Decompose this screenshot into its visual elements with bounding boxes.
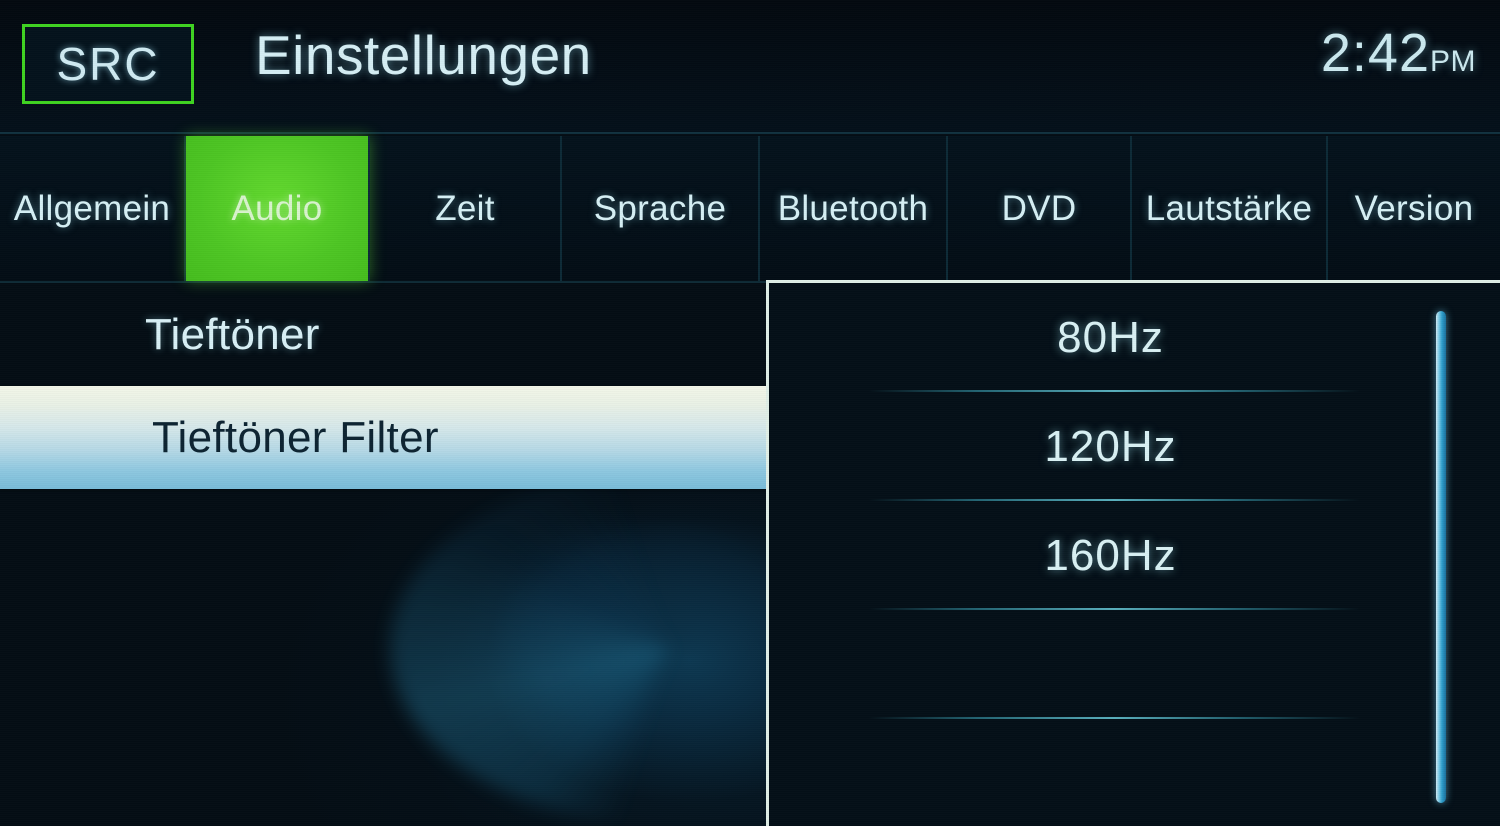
tab-sprache[interactable]: Sprache [562,136,760,281]
dropdown-option[interactable]: 120Hz [769,392,1500,501]
clock: 2:42 PM [1321,26,1476,80]
tab-label: Bluetooth [777,188,929,228]
clock-meridiem: PM [1430,45,1476,78]
dropdown-scrollbar[interactable] [1436,311,1446,803]
dropdown-option[interactable]: 160Hz [769,501,1500,610]
infotainment-screen: SRC Einstellungen 2:42 PM Allgemein Audio… [0,0,1500,826]
crossover-frequency-dropdown[interactable]: 80Hz 120Hz 160Hz [766,280,1500,826]
tab-audio[interactable]: Audio [186,136,370,281]
tab-label: Allgemein [13,188,171,228]
dropdown-option-empty-slot[interactable] [769,610,1500,719]
clock-time: 2:42 [1320,23,1430,83]
dropdown-separator [869,717,1360,719]
page-title: Einstellungen [255,24,592,86]
tab-label: DVD [1001,188,1077,228]
tab-allgemein[interactable]: Allgemein [0,136,186,281]
dropdown-option-label: 160Hz [1044,530,1177,580]
src-button-label: SRC [56,38,160,90]
tab-label: Sprache [593,188,727,228]
tab-label: Zeit [435,188,495,228]
tab-bluetooth[interactable]: Bluetooth [760,136,948,281]
dropdown-option-list: 80Hz 120Hz 160Hz [769,283,1500,719]
tab-version[interactable]: Version [1328,136,1500,281]
tab-label: Version [1354,188,1474,228]
tab-label: Audio [231,188,323,228]
settings-tab-bar: Allgemein Audio Zeit Sprache Bluetooth DVD Lau… [0,136,1500,283]
settings-list-item-label: Tieftöner [145,309,320,359]
tab-label: Lautstärke [1145,188,1313,228]
dropdown-scrollbar-thumb[interactable] [1436,311,1446,803]
dropdown-option-label: 80Hz [1057,312,1164,362]
settings-list-item-label: Tieftöner Filter [152,412,439,462]
dropdown-option[interactable]: 80Hz [769,283,1500,392]
dropdown-option-label: 120Hz [1044,421,1177,471]
tab-lautst-rke[interactable]: Lautstärke [1132,136,1328,281]
header-bar: SRC Einstellungen 2:42 PM [0,0,1500,134]
tab-dvd[interactable]: DVD [948,136,1132,281]
tab-zeit[interactable]: Zeit [370,136,562,281]
src-button[interactable]: SRC [22,24,194,104]
